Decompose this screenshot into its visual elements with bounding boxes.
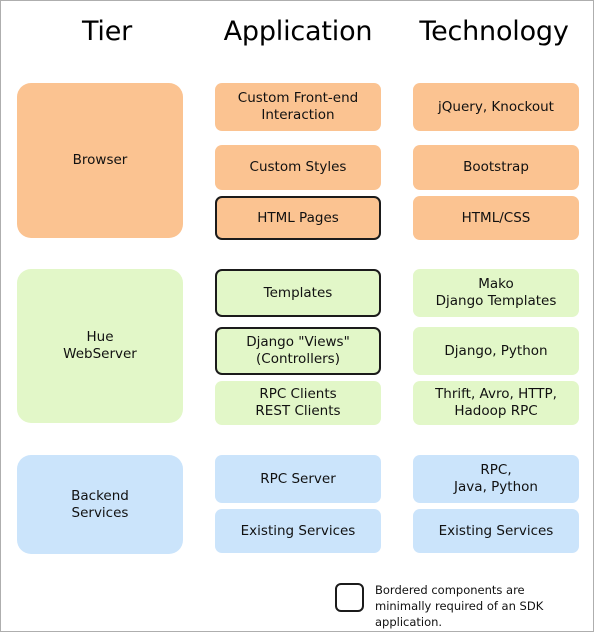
legend: Bordered components are minimally requir…: [335, 582, 583, 629]
cell-app-custom-front-end-interaction: Custom Front-end Interaction: [215, 83, 381, 131]
tier-band-hue-webserver: Hue WebServer Templates Django "Views" (Cont…: [1, 269, 593, 425]
cell-label: Django, Python: [444, 342, 548, 359]
cell-label: Custom Styles: [249, 159, 347, 175]
tier-band-backend-services: Backend Services RPC Server Existing Servic…: [1, 455, 593, 554]
cell-app-existing-services: Existing Services: [215, 509, 381, 553]
cell-label: Templates: [263, 284, 333, 301]
cell-app-custom-styles: Custom Styles: [215, 145, 381, 190]
column-header-tier: Tier: [81, 16, 133, 47]
column-header-technology: Technology: [419, 16, 569, 47]
cell-app-rpc-clients-rest-clients: RPC Clients REST Clients: [215, 381, 381, 425]
column-header-application: Application: [223, 16, 373, 47]
bordered-component-swatch-icon: [335, 583, 364, 612]
column-header-row: Tier Application Technology: [1, 9, 593, 67]
cell-label: RPC Server: [260, 470, 336, 487]
cell-label: Existing Services: [240, 522, 356, 539]
cell-tech-existing-services: Existing Services: [413, 509, 579, 553]
cell-label: Mako Django Templates: [435, 276, 557, 309]
architecture-diagram: Tier Application Technology Browser Custo…: [0, 0, 594, 632]
cell-label: RPC Clients REST Clients: [255, 386, 341, 419]
cell-tech-bootstrap: Bootstrap: [413, 145, 579, 190]
cell-tech-rpc-java-python: RPC, Java, Python: [413, 455, 579, 503]
cell-label: Existing Services: [438, 522, 554, 539]
legend-text: Bordered components are minimally requir…: [375, 583, 544, 629]
cell-label: jQuery, Knockout: [438, 98, 554, 115]
cell-label: Thrift, Avro, HTTP, Hadoop RPC: [435, 386, 557, 419]
cell-label: Bootstrap: [463, 159, 529, 175]
cell-tech-htmlcss: HTML/CSS: [413, 196, 579, 240]
cell-label: Backend Services: [71, 487, 129, 521]
cell-label: HTML/CSS: [461, 209, 531, 226]
cell-label: Hue WebServer: [63, 329, 137, 362]
cell-label: Browser: [72, 152, 128, 168]
cell-app-rpc-server: RPC Server: [215, 455, 381, 503]
tier-box-hue-webserver: Hue WebServer: [17, 269, 183, 423]
cell-tech-mako-django-templates: Mako Django Templates: [413, 269, 579, 317]
cell-label: HTML Pages: [257, 209, 339, 226]
cell-app-templates: Templates: [215, 269, 381, 317]
tier-box-backend-services: Backend Services: [17, 455, 183, 554]
cell-label: RPC, Java, Python: [454, 462, 538, 495]
tier-box-browser: Browser: [17, 83, 183, 238]
cell-label: Custom Front-end Interaction: [237, 90, 359, 123]
cell-tech-django-python: Django, Python: [413, 327, 579, 375]
cell-app-html-pages: HTML Pages: [215, 196, 381, 240]
cell-label: Django "Views" (Controllers): [246, 334, 350, 367]
tier-band-browser: Browser Custom Front-end Interaction Custom…: [1, 83, 593, 240]
cell-app-django-views-controllers: Django "Views" (Controllers): [215, 327, 381, 375]
cell-tech-thrift-avro-http-hadoop-rpc: Thrift, Avro, HTTP, Hadoop RPC: [413, 381, 579, 425]
cell-tech-jquery-knockout: jQuery, Knockout: [413, 83, 579, 131]
